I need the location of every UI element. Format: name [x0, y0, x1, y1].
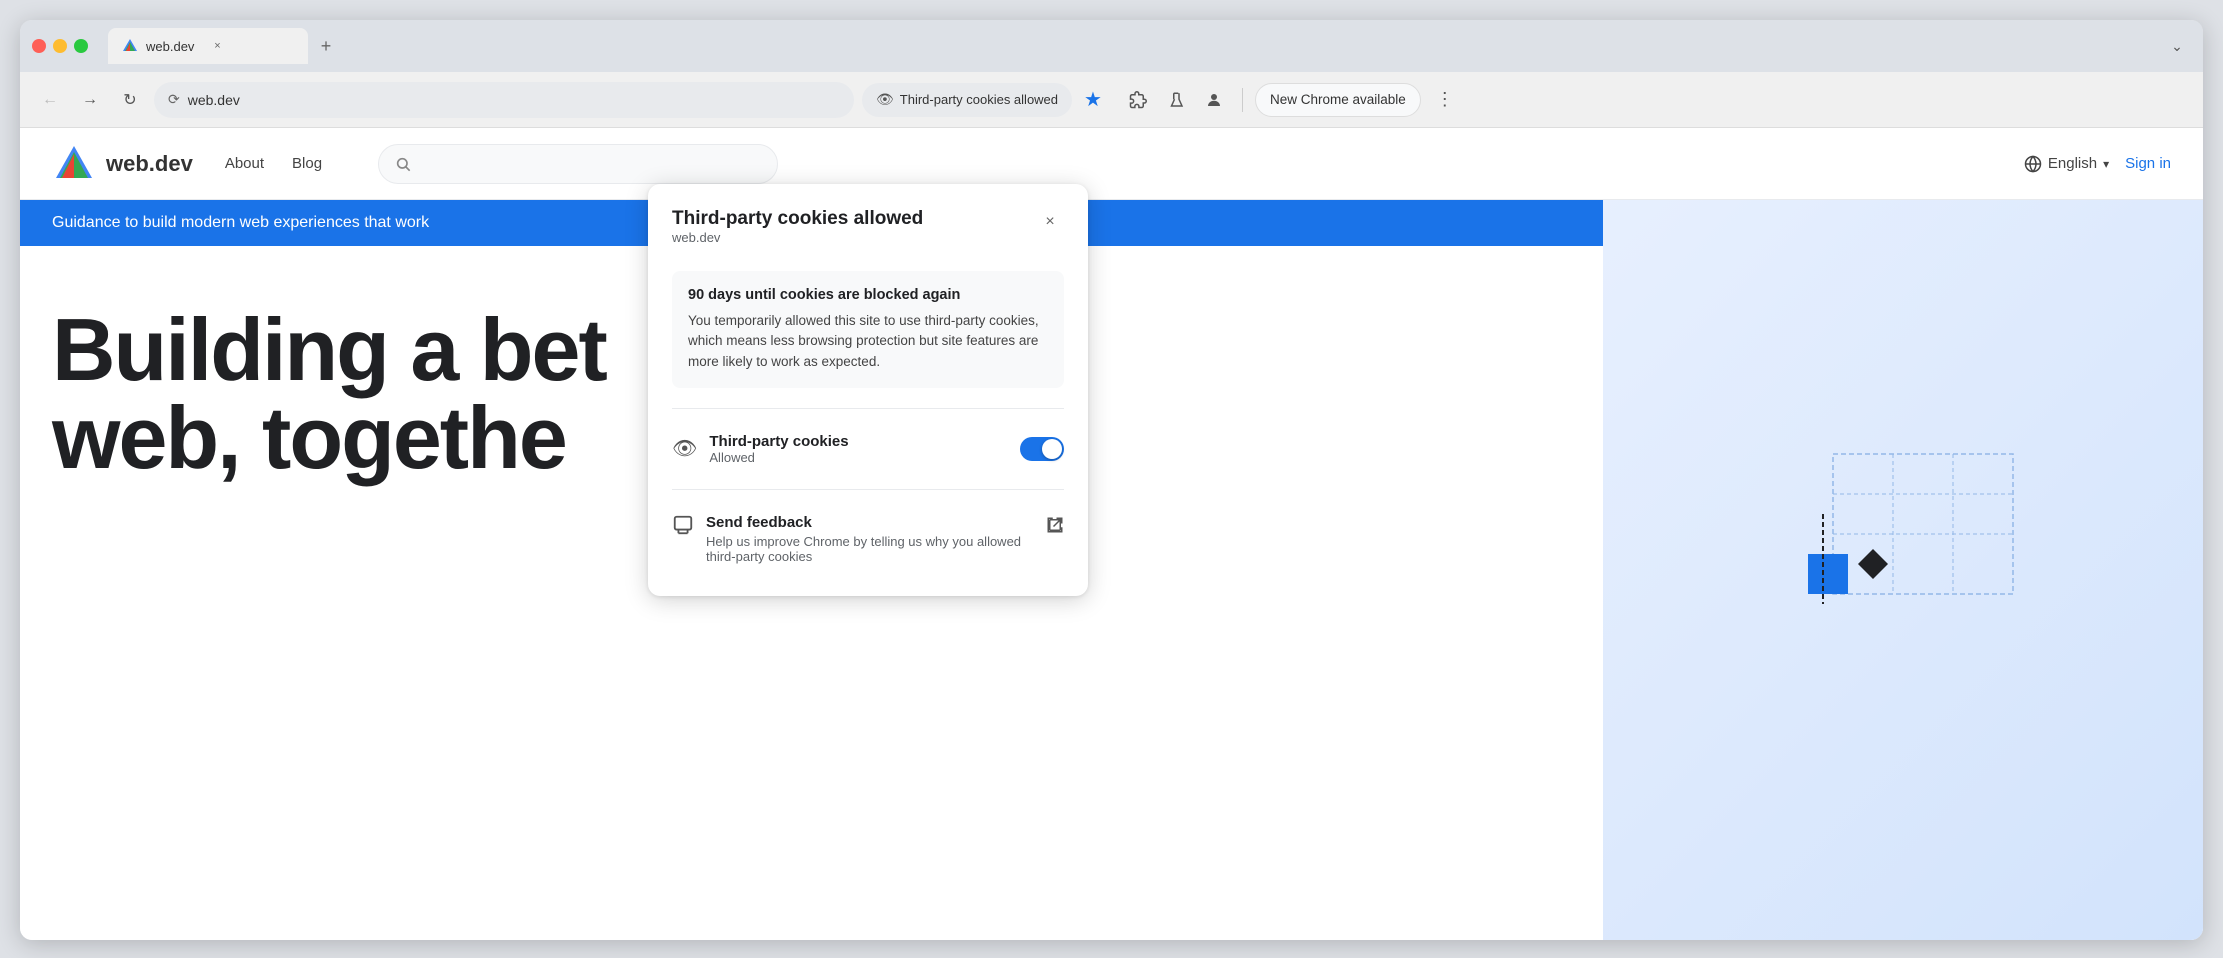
cookies-eye-icon: 👁: [876, 91, 894, 108]
address-bar-icon: ⟳: [168, 91, 180, 108]
address-text: web.dev: [188, 92, 240, 108]
feedback-left: Send feedback Help us improve Chrome by …: [672, 514, 1046, 564]
popup-warning-text: You temporarily allowed this site to use…: [688, 311, 1048, 372]
close-traffic-light[interactable]: [32, 39, 46, 53]
cookies-eye-icon: 👁: [672, 436, 697, 461]
cookies-status-pill[interactable]: 👁 Third-party cookies allowed: [862, 83, 1072, 117]
external-link-icon[interactable]: [1046, 516, 1064, 539]
site-content: web.dev About Blog: [20, 128, 2203, 940]
language-label: English: [2048, 155, 2097, 172]
new-tab-button[interactable]: +: [312, 32, 340, 60]
language-button[interactable]: English ▾: [2024, 155, 2109, 173]
site-logo-text: web.dev: [106, 151, 193, 177]
cookies-popup: Third-party cookies allowed web.dev × 90…: [648, 184, 1088, 596]
cookies-toggle-left: 👁 Third-party cookies Allowed: [672, 433, 849, 465]
popup-url: web.dev: [672, 230, 923, 245]
traffic-lights: [32, 39, 88, 53]
more-options-button[interactable]: ⋮: [1429, 84, 1461, 116]
title-bar-right: ⌄: [2163, 32, 2191, 60]
site-header: web.dev About Blog: [20, 128, 2203, 200]
new-chrome-label: New Chrome available: [1270, 92, 1406, 107]
browser-window: web.dev × + ⌄ ← → ↻ ⟳ web.dev: [20, 20, 2203, 940]
cookies-toggle[interactable]: [1020, 437, 1064, 461]
site-nav: About Blog: [225, 155, 322, 172]
content-wrapper: web.dev About Blog: [20, 128, 2203, 940]
navigation-bar: ← → ↻ ⟳ web.dev 👁 Third-party cookies al…: [20, 72, 2203, 128]
popup-header: Third-party cookies allowed web.dev ×: [672, 208, 1064, 265]
tab-close-button[interactable]: ×: [208, 37, 226, 55]
feedback-text: Send feedback Help us improve Chrome by …: [706, 514, 1046, 564]
site-header-right: English ▾ Sign in: [2024, 155, 2171, 173]
sign-in-button[interactable]: Sign in: [2125, 155, 2171, 172]
banner-text: Guidance to build modern web experiences…: [52, 214, 429, 231]
cookies-toggle-sub: Allowed: [709, 450, 848, 465]
popup-warning-box: 90 days until cookies are blocked again …: [672, 271, 1064, 388]
chrome-labs-button[interactable]: [1160, 84, 1192, 116]
popup-divider-2: [672, 489, 1064, 490]
feedback-row: Send feedback Help us improve Chrome by …: [672, 506, 1064, 572]
popup-warning-title: 90 days until cookies are blocked again: [688, 287, 1048, 303]
maximize-traffic-light[interactable]: [74, 39, 88, 53]
reload-button[interactable]: ↻: [114, 84, 146, 116]
webdev-logo-icon: [52, 142, 96, 186]
forward-button[interactable]: →: [74, 84, 106, 116]
extensions-button[interactable]: [1122, 84, 1154, 116]
bookmark-star-button[interactable]: ★: [1080, 83, 1106, 116]
cookies-toggle-row: 👁 Third-party cookies Allowed: [672, 425, 1064, 473]
cookies-pill-label: Third-party cookies allowed: [900, 92, 1058, 107]
profile-button[interactable]: [1198, 84, 1230, 116]
popup-title: Third-party cookies allowed: [672, 208, 923, 230]
title-bar: web.dev × + ⌄: [20, 20, 2203, 72]
feedback-sub: Help us improve Chrome by telling us why…: [706, 534, 1046, 564]
illustration-area: [1603, 128, 2203, 940]
hero-illustration: [1753, 434, 2053, 634]
tab-strip-chevron[interactable]: ⌄: [2163, 32, 2191, 60]
new-chrome-available-button[interactable]: New Chrome available: [1255, 83, 1421, 117]
tab-bar: web.dev × +: [108, 28, 2151, 64]
feedback-label: Send feedback: [706, 514, 1046, 531]
nav-separator: [1242, 88, 1243, 112]
search-icon: [395, 156, 411, 172]
popup-close-button[interactable]: ×: [1036, 208, 1064, 236]
feedback-icon: [672, 514, 694, 542]
address-bar[interactable]: ⟳ web.dev: [154, 82, 854, 118]
cookies-toggle-label: Third-party cookies: [709, 433, 848, 450]
tab-favicon: [122, 38, 138, 54]
nav-item-about[interactable]: About: [225, 155, 264, 172]
popup-divider-1: [672, 408, 1064, 409]
nav-item-blog[interactable]: Blog: [292, 155, 322, 172]
minimize-traffic-light[interactable]: [53, 39, 67, 53]
back-button[interactable]: ←: [34, 84, 66, 116]
globe-icon: [2024, 155, 2042, 173]
language-chevron-icon: ▾: [2103, 157, 2109, 171]
active-tab[interactable]: web.dev ×: [108, 28, 308, 64]
cookies-toggle-text: Third-party cookies Allowed: [709, 433, 848, 465]
tab-title: web.dev: [146, 39, 194, 54]
site-logo: web.dev: [52, 142, 193, 186]
